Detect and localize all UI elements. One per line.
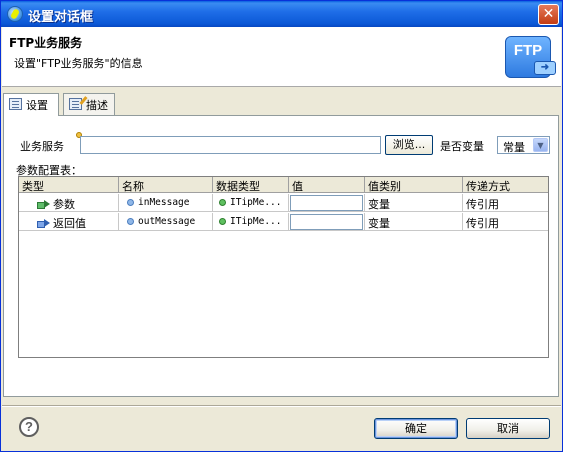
column-header-type[interactable]: 类型 [19,177,119,193]
cell-value-category: 变量 [365,213,463,231]
cell-type-text: 参数 [53,198,75,211]
column-header-pass-mode[interactable]: 传递方式 [463,177,548,193]
cell-name: inMessage [119,194,213,212]
cell-type: 参数 [19,194,119,212]
chevron-down-icon[interactable]: ▼ [533,138,548,152]
variable-type-value: 常量 [503,141,525,154]
header-banner: FTP业务服务 设置"FTP业务服务"的信息 FTP ➜ [2,27,561,87]
settings-page-icon [9,98,22,110]
data-type-icon [219,218,226,225]
param-in-icon [37,200,50,209]
cell-pass-mode: 传引用 [466,217,499,230]
column-header-value-category[interactable]: 值类别 [365,177,463,193]
settings-panel: 业务服务 浏览... 是否变量 常量 ▼ 参数配置表： 类型 名称 数据类型 值… [3,115,559,397]
column-header-value[interactable]: 值 [289,177,365,193]
table-header: 类型 名称 数据类型 值 值类别 传递方式 [19,177,548,193]
cell-data-type: ITipMe... [213,213,289,231]
description-page-icon [69,98,82,110]
data-type-icon [219,199,226,206]
close-button[interactable]: ✕ [538,4,559,25]
table-row[interactable]: 参数 inMessage ITipMe... 变量 传引用 [19,194,548,212]
page-title: FTP业务服务 [9,36,83,50]
service-input[interactable] [80,136,381,154]
cell-name: outMessage [119,213,213,231]
browse-button[interactable]: 浏览... [385,135,433,155]
column-header-data-type[interactable]: 数据类型 [213,177,289,193]
cell-type: 返回值 [19,213,119,231]
tab-bar: 设置 描述 [3,93,559,116]
variable-type-select[interactable]: 常量 ▼ [497,136,550,154]
tab-description-label: 描述 [86,99,108,112]
cell-name-text: outMessage [138,216,196,227]
window-title: 设置对话框 [28,10,94,25]
variable-dot-icon [127,199,134,206]
cell-name-text: inMessage [138,197,190,208]
is-variable-label: 是否变量 [440,140,484,153]
tab-settings-label: 设置 [26,99,48,112]
ftp-logo-text: FTP [513,42,543,59]
cell-value [289,213,365,231]
cancel-button[interactable]: 取消 [466,418,550,439]
value-input[interactable] [290,195,363,211]
service-label: 业务服务 [20,140,64,153]
ftp-logo-icon: FTP ➜ [505,36,556,78]
app-icon [7,6,23,22]
cell-data-type-text: ITipMe... [230,216,282,227]
ftp-arrow-icon: ➜ [534,61,556,75]
column-header-name[interactable]: 名称 [119,177,213,193]
settings-dialog: 设置对话框 ✕ FTP业务服务 设置"FTP业务服务"的信息 FTP ➜ 设置 … [0,0,563,452]
tab-description[interactable]: 描述 [63,93,115,115]
cell-data-type-text: ITipMe... [230,197,282,208]
footer-divider [2,405,561,407]
ok-button[interactable]: 确定 [374,418,458,439]
cell-type-text: 返回值 [53,217,86,230]
tab-settings[interactable]: 设置 [3,93,59,116]
cell-data-type: ITipMe... [213,194,289,212]
variable-dot-icon [127,218,134,225]
cell-pass-mode: 传引用 [466,198,499,211]
value-input[interactable] [290,214,363,230]
param-out-icon [37,219,50,228]
title-bar[interactable]: 设置对话框 ✕ [1,1,562,27]
table-row[interactable]: 返回值 outMessage ITipMe... 变量 传引用 [19,213,548,231]
params-table: 类型 名称 数据类型 值 值类别 传递方式 参数 inMessage ITipM… [18,176,549,358]
cell-value [289,194,365,212]
cell-value-category: 变量 [365,194,463,212]
page-description: 设置"FTP业务服务"的信息 [14,57,143,70]
help-icon[interactable]: ? [19,417,39,437]
